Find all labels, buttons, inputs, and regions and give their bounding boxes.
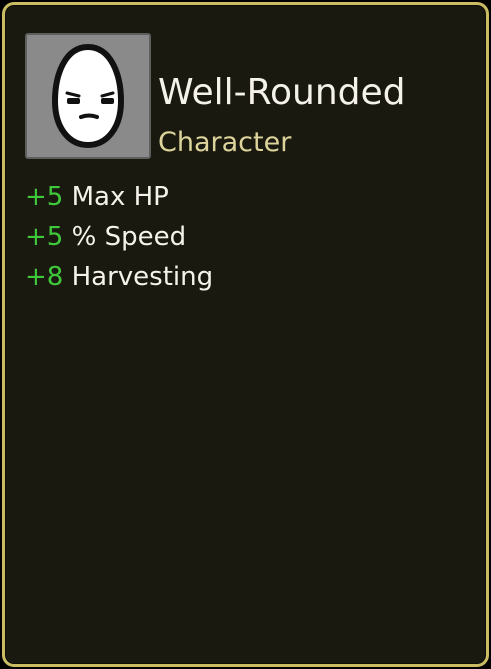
item-title: Well-Rounded (158, 72, 406, 113)
stat-row-speed: +5 % Speed (25, 217, 213, 257)
stat-value: +8 (25, 262, 64, 292)
stat-row-max-hp: +5 Max HP (25, 177, 213, 217)
item-tooltip-card: Well-Rounded Character +5 Max HP +5 % Sp… (2, 2, 489, 667)
stat-row-harvesting: +8 Harvesting (25, 257, 213, 297)
stat-value: +5 (25, 182, 64, 212)
item-type: Character (158, 127, 292, 158)
stat-list: +5 Max HP +5 % Speed +8 Harvesting (25, 177, 213, 297)
egg-character-icon (52, 44, 124, 148)
stat-label: Max HP (71, 182, 169, 212)
stat-label: Harvesting (71, 262, 214, 292)
stat-label: % Speed (71, 222, 187, 252)
character-portrait (25, 33, 151, 159)
stat-value: +5 (25, 222, 64, 252)
